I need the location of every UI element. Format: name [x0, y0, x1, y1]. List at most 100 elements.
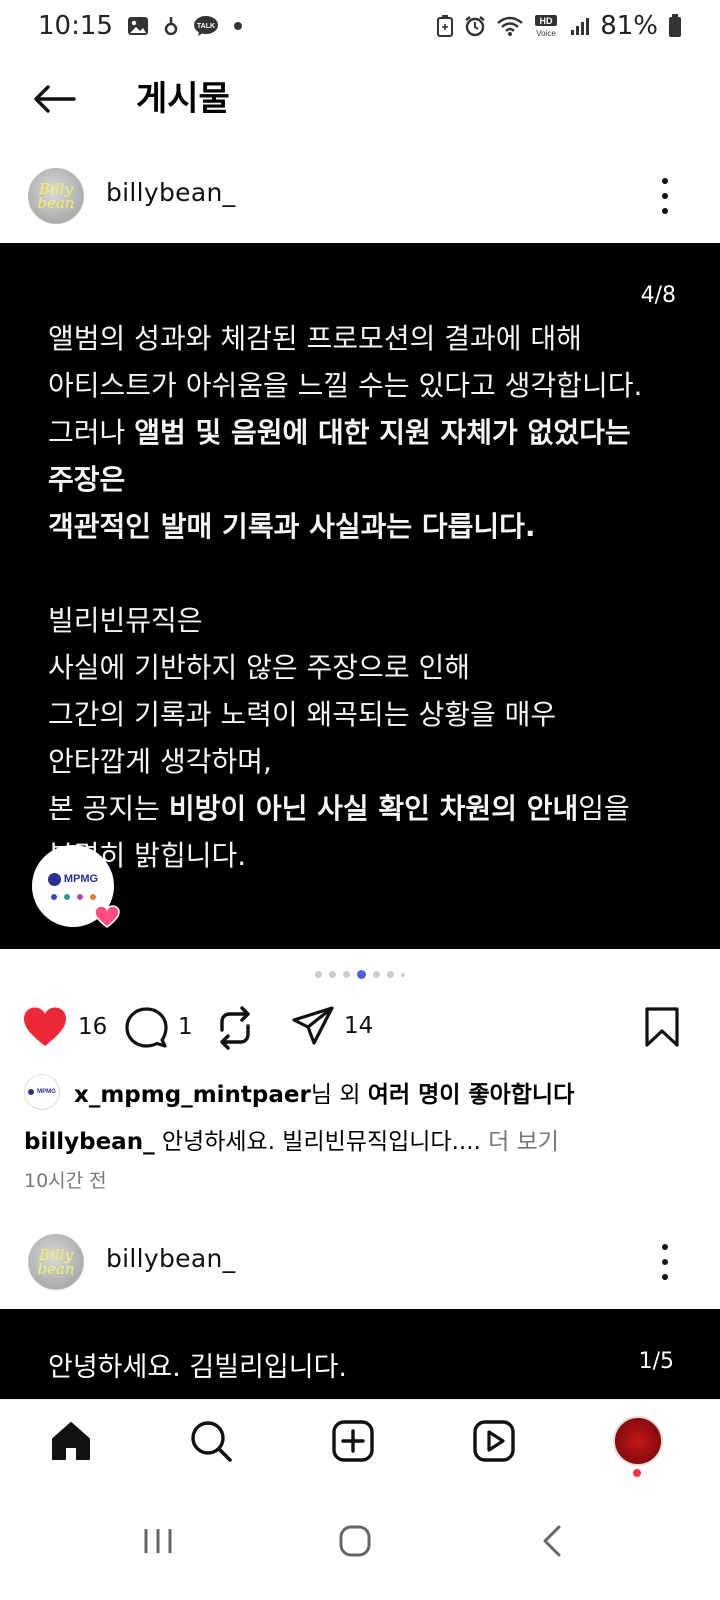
text-line: 본 공지는 비방이 아닌 사실 확인 차원의 안내임을	[48, 785, 688, 832]
text-line: 아티스트가 아쉬움을 느낄 수는 있다고 생각합니다.	[48, 369, 643, 402]
more-dot-icon	[662, 1259, 668, 1265]
nav-profile-avatar[interactable]	[613, 1416, 663, 1466]
post-image-text: 안녕하세요. 김빌리입니다.	[48, 1352, 347, 1383]
liked-by-others[interactable]: 여러 명이 좋아합니다	[368, 1082, 574, 1108]
app-header: 게시물	[0, 62, 720, 136]
alarm-icon	[464, 15, 486, 37]
back-system-button[interactable]	[522, 1511, 582, 1571]
dot-icon	[233, 21, 243, 31]
reels-icon	[473, 1420, 515, 1462]
post-username[interactable]: billybean_	[106, 178, 235, 207]
post-timestamp: 10시간 전	[24, 1170, 107, 1192]
share-button[interactable]: 14	[292, 1006, 373, 1046]
text-line: 그러나 앨범 및 음원에 대한 지원 자체가 없었다는	[48, 409, 688, 456]
avatar[interactable]: Billy bean	[28, 168, 84, 224]
caption-username[interactable]: billybean_	[24, 1129, 155, 1155]
mpmg-logo-icon	[47, 872, 61, 886]
carousel-dot	[315, 971, 322, 978]
home-icon	[52, 1422, 90, 1460]
bookmark-icon	[645, 1007, 679, 1047]
post-header: Billy bean billybean_	[0, 156, 720, 236]
caption-text: 안녕하세요. 빌리빈뮤직입니다....	[154, 1129, 489, 1155]
text-segment: 본 공지는	[48, 792, 169, 825]
text-line: 그간의 기록과 노력이 왜곡되는 상황을 매우	[48, 698, 557, 731]
recent-apps-button[interactable]	[128, 1511, 188, 1571]
wifi-icon	[496, 15, 524, 37]
voice-label: Voice	[536, 29, 556, 38]
search-icon	[191, 1421, 232, 1462]
heart-sticker-icon	[94, 905, 120, 929]
carousel-dot	[401, 972, 405, 977]
post-image[interactable]: 안녕하세요. 김빌리입니다. 1/5	[0, 1309, 720, 1399]
heart-icon	[24, 1007, 66, 1046]
status-bar: 10:15 TALK HD Voice 81%	[0, 0, 720, 52]
home-circle-icon	[339, 1525, 371, 1557]
nav-create[interactable]	[328, 1416, 378, 1466]
comment-button[interactable]: 1	[124, 1006, 193, 1048]
liked-by-suffix: 님 외	[310, 1082, 368, 1108]
text-segment-bold: 앨범 및 음원에 대한 지원 자체가 없었다는	[134, 416, 631, 449]
post-action-bar: 16 1 14	[0, 1002, 720, 1062]
avatar-text: bean	[37, 194, 75, 212]
mini-logo: MPMG	[28, 1089, 56, 1095]
text-line: 분명히 밝힙니다.	[48, 839, 247, 872]
more-dot-icon	[662, 208, 668, 214]
liker-avatar: MPMG	[24, 1074, 60, 1110]
post-username[interactable]: billybean_	[106, 1244, 235, 1273]
system-navigation-bar	[0, 1491, 720, 1600]
more-dot-icon	[662, 1244, 668, 1250]
liked-by-username[interactable]: x_mpmg_mintpaer	[74, 1082, 311, 1108]
text-line: 주장은	[48, 463, 126, 496]
chevron-left-icon	[543, 1525, 561, 1557]
nav-reels[interactable]	[469, 1416, 519, 1466]
liked-by-row[interactable]: MPMG x_mpmg_mintpaer님 외 여러 명이 좋아합니다	[24, 1074, 574, 1110]
post-image[interactable]: 4/8 앨범의 성과와 체감된 프로모션의 결과에 대해 아티스트가 아쉬움을 …	[0, 243, 720, 949]
comment-icon	[125, 1007, 168, 1048]
text-line: 앨범의 성과와 체감된 프로모션의 결과에 대해	[48, 322, 582, 355]
brand-dots	[50, 893, 96, 900]
carousel-dot-active	[357, 970, 366, 979]
mini-logo-icon	[28, 1089, 35, 1095]
carousel-dot	[343, 971, 350, 978]
text-line: 사실에 기반하지 않은 주장으로 인해	[48, 651, 471, 684]
repost-button[interactable]	[214, 1006, 256, 1050]
text-line: 객관적인 발매 기록과 사실과는 다릅니다.	[48, 510, 536, 543]
more-dot-icon	[662, 1274, 668, 1280]
bookmark-button[interactable]	[644, 1006, 680, 1052]
talk-icon: TALK	[193, 15, 219, 37]
likes-count: 16	[78, 1014, 108, 1040]
brand-logo-text: MPMG	[63, 873, 99, 885]
more-options-button[interactable]	[650, 1238, 680, 1286]
battery-saver-icon	[436, 15, 454, 37]
mini-logo-text: MPMG	[37, 1089, 56, 1095]
shares-count: 14	[344, 1013, 374, 1039]
text-line: 안타깝게 생각하며,	[48, 745, 272, 778]
more-options-button[interactable]	[650, 172, 680, 220]
recent-apps-icon	[144, 1529, 172, 1553]
like-button[interactable]: 16	[22, 1006, 107, 1048]
page-title: 게시물	[136, 79, 230, 119]
more-dot-icon	[662, 193, 668, 199]
more-dot-icon	[662, 178, 668, 184]
notification-dot	[633, 1469, 641, 1477]
bottom-navigation	[0, 1399, 720, 1491]
back-button[interactable]	[26, 74, 82, 124]
nav-search[interactable]	[186, 1416, 236, 1466]
carousel-indicator	[0, 970, 720, 979]
avatar[interactable]: Billy bean	[28, 1234, 84, 1290]
see-more-link[interactable]: 더 보기	[488, 1129, 559, 1155]
carousel-dot	[329, 971, 336, 978]
liked-by-text: x_mpmg_mintpaer님 외 여러 명이 좋아합니다	[74, 1075, 574, 1109]
text-segment-bold: 비방이 아닌 사실 확인 차원의 안내	[168, 792, 579, 825]
home-button[interactable]	[325, 1511, 385, 1571]
mpmg-logo: MPMG	[47, 872, 99, 886]
text-segment: 임을	[578, 792, 630, 825]
share-icon	[292, 1006, 334, 1045]
notification-app-icon	[163, 15, 179, 37]
nav-home[interactable]	[46, 1416, 96, 1466]
brand-dot-icon	[50, 893, 57, 900]
text-gap	[48, 550, 688, 597]
avatar-text: bean	[37, 1260, 75, 1278]
back-arrow-icon	[34, 85, 76, 113]
status-time: 10:15	[38, 11, 113, 41]
